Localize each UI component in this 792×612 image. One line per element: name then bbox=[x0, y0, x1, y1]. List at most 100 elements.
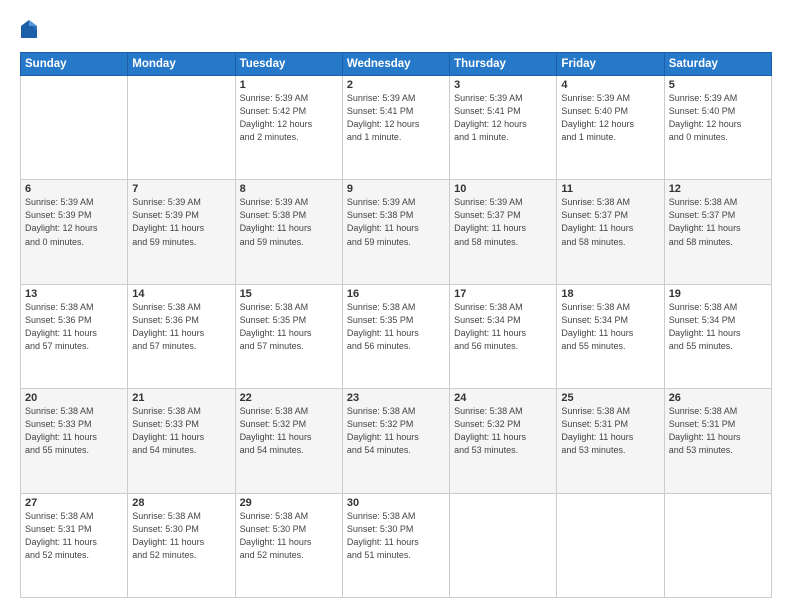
col-header-friday: Friday bbox=[557, 53, 664, 76]
day-number: 28 bbox=[132, 497, 230, 509]
calendar-cell: 23Sunrise: 5:38 AM Sunset: 5:32 PM Dayli… bbox=[342, 389, 449, 493]
day-info: Sunrise: 5:39 AM Sunset: 5:39 PM Dayligh… bbox=[132, 196, 230, 248]
calendar-cell: 20Sunrise: 5:38 AM Sunset: 5:33 PM Dayli… bbox=[21, 389, 128, 493]
day-info: Sunrise: 5:38 AM Sunset: 5:34 PM Dayligh… bbox=[454, 301, 552, 353]
day-info: Sunrise: 5:38 AM Sunset: 5:31 PM Dayligh… bbox=[25, 510, 123, 562]
day-number: 27 bbox=[25, 497, 123, 509]
calendar-cell: 2Sunrise: 5:39 AM Sunset: 5:41 PM Daylig… bbox=[342, 76, 449, 180]
day-number: 5 bbox=[669, 79, 767, 91]
calendar-cell: 8Sunrise: 5:39 AM Sunset: 5:38 PM Daylig… bbox=[235, 180, 342, 284]
calendar-cell: 27Sunrise: 5:38 AM Sunset: 5:31 PM Dayli… bbox=[21, 493, 128, 597]
day-number: 6 bbox=[25, 183, 123, 195]
calendar-cell: 25Sunrise: 5:38 AM Sunset: 5:31 PM Dayli… bbox=[557, 389, 664, 493]
calendar-week-4: 20Sunrise: 5:38 AM Sunset: 5:33 PM Dayli… bbox=[21, 389, 772, 493]
day-info: Sunrise: 5:39 AM Sunset: 5:40 PM Dayligh… bbox=[561, 92, 659, 144]
day-info: Sunrise: 5:38 AM Sunset: 5:32 PM Dayligh… bbox=[347, 405, 445, 457]
day-number: 7 bbox=[132, 183, 230, 195]
day-info: Sunrise: 5:38 AM Sunset: 5:30 PM Dayligh… bbox=[240, 510, 338, 562]
calendar-cell: 26Sunrise: 5:38 AM Sunset: 5:31 PM Dayli… bbox=[664, 389, 771, 493]
day-info: Sunrise: 5:39 AM Sunset: 5:38 PM Dayligh… bbox=[240, 196, 338, 248]
day-info: Sunrise: 5:38 AM Sunset: 5:33 PM Dayligh… bbox=[25, 405, 123, 457]
calendar-cell: 29Sunrise: 5:38 AM Sunset: 5:30 PM Dayli… bbox=[235, 493, 342, 597]
col-header-saturday: Saturday bbox=[664, 53, 771, 76]
day-info: Sunrise: 5:38 AM Sunset: 5:31 PM Dayligh… bbox=[669, 405, 767, 457]
calendar-cell: 7Sunrise: 5:39 AM Sunset: 5:39 PM Daylig… bbox=[128, 180, 235, 284]
calendar-cell bbox=[557, 493, 664, 597]
calendar-cell: 28Sunrise: 5:38 AM Sunset: 5:30 PM Dayli… bbox=[128, 493, 235, 597]
day-info: Sunrise: 5:38 AM Sunset: 5:32 PM Dayligh… bbox=[454, 405, 552, 457]
day-number: 16 bbox=[347, 288, 445, 300]
calendar-cell: 3Sunrise: 5:39 AM Sunset: 5:41 PM Daylig… bbox=[450, 76, 557, 180]
day-number: 15 bbox=[240, 288, 338, 300]
calendar-cell: 19Sunrise: 5:38 AM Sunset: 5:34 PM Dayli… bbox=[664, 284, 771, 388]
page: SundayMondayTuesdayWednesdayThursdayFrid… bbox=[0, 0, 792, 612]
day-info: Sunrise: 5:38 AM Sunset: 5:34 PM Dayligh… bbox=[561, 301, 659, 353]
day-number: 26 bbox=[669, 392, 767, 404]
calendar-header-row: SundayMondayTuesdayWednesdayThursdayFrid… bbox=[21, 53, 772, 76]
day-info: Sunrise: 5:38 AM Sunset: 5:33 PM Dayligh… bbox=[132, 405, 230, 457]
day-info: Sunrise: 5:39 AM Sunset: 5:38 PM Dayligh… bbox=[347, 196, 445, 248]
calendar-week-5: 27Sunrise: 5:38 AM Sunset: 5:31 PM Dayli… bbox=[21, 493, 772, 597]
calendar-cell bbox=[128, 76, 235, 180]
calendar-cell: 17Sunrise: 5:38 AM Sunset: 5:34 PM Dayli… bbox=[450, 284, 557, 388]
calendar-cell: 15Sunrise: 5:38 AM Sunset: 5:35 PM Dayli… bbox=[235, 284, 342, 388]
day-info: Sunrise: 5:39 AM Sunset: 5:41 PM Dayligh… bbox=[347, 92, 445, 144]
day-number: 10 bbox=[454, 183, 552, 195]
calendar-cell: 18Sunrise: 5:38 AM Sunset: 5:34 PM Dayli… bbox=[557, 284, 664, 388]
calendar-table: SundayMondayTuesdayWednesdayThursdayFrid… bbox=[20, 52, 772, 598]
calendar-cell: 5Sunrise: 5:39 AM Sunset: 5:40 PM Daylig… bbox=[664, 76, 771, 180]
col-header-wednesday: Wednesday bbox=[342, 53, 449, 76]
logo bbox=[20, 18, 40, 40]
calendar-cell: 11Sunrise: 5:38 AM Sunset: 5:37 PM Dayli… bbox=[557, 180, 664, 284]
calendar-cell: 9Sunrise: 5:39 AM Sunset: 5:38 PM Daylig… bbox=[342, 180, 449, 284]
day-info: Sunrise: 5:39 AM Sunset: 5:41 PM Dayligh… bbox=[454, 92, 552, 144]
logo-icon bbox=[20, 18, 38, 40]
day-info: Sunrise: 5:38 AM Sunset: 5:35 PM Dayligh… bbox=[347, 301, 445, 353]
col-header-sunday: Sunday bbox=[21, 53, 128, 76]
day-number: 18 bbox=[561, 288, 659, 300]
day-number: 23 bbox=[347, 392, 445, 404]
day-number: 19 bbox=[669, 288, 767, 300]
calendar-week-2: 6Sunrise: 5:39 AM Sunset: 5:39 PM Daylig… bbox=[21, 180, 772, 284]
day-info: Sunrise: 5:39 AM Sunset: 5:39 PM Dayligh… bbox=[25, 196, 123, 248]
calendar-cell: 10Sunrise: 5:39 AM Sunset: 5:37 PM Dayli… bbox=[450, 180, 557, 284]
day-number: 3 bbox=[454, 79, 552, 91]
day-info: Sunrise: 5:39 AM Sunset: 5:42 PM Dayligh… bbox=[240, 92, 338, 144]
calendar-week-1: 1Sunrise: 5:39 AM Sunset: 5:42 PM Daylig… bbox=[21, 76, 772, 180]
col-header-tuesday: Tuesday bbox=[235, 53, 342, 76]
day-info: Sunrise: 5:39 AM Sunset: 5:37 PM Dayligh… bbox=[454, 196, 552, 248]
day-info: Sunrise: 5:39 AM Sunset: 5:40 PM Dayligh… bbox=[669, 92, 767, 144]
day-info: Sunrise: 5:38 AM Sunset: 5:34 PM Dayligh… bbox=[669, 301, 767, 353]
calendar-cell: 24Sunrise: 5:38 AM Sunset: 5:32 PM Dayli… bbox=[450, 389, 557, 493]
calendar-cell: 16Sunrise: 5:38 AM Sunset: 5:35 PM Dayli… bbox=[342, 284, 449, 388]
day-number: 21 bbox=[132, 392, 230, 404]
day-number: 13 bbox=[25, 288, 123, 300]
day-number: 2 bbox=[347, 79, 445, 91]
day-number: 11 bbox=[561, 183, 659, 195]
calendar-cell: 13Sunrise: 5:38 AM Sunset: 5:36 PM Dayli… bbox=[21, 284, 128, 388]
day-info: Sunrise: 5:38 AM Sunset: 5:31 PM Dayligh… bbox=[561, 405, 659, 457]
day-number: 24 bbox=[454, 392, 552, 404]
day-number: 29 bbox=[240, 497, 338, 509]
day-number: 17 bbox=[454, 288, 552, 300]
col-header-thursday: Thursday bbox=[450, 53, 557, 76]
day-info: Sunrise: 5:38 AM Sunset: 5:35 PM Dayligh… bbox=[240, 301, 338, 353]
calendar-cell bbox=[664, 493, 771, 597]
col-header-monday: Monday bbox=[128, 53, 235, 76]
day-number: 1 bbox=[240, 79, 338, 91]
day-number: 22 bbox=[240, 392, 338, 404]
calendar-week-3: 13Sunrise: 5:38 AM Sunset: 5:36 PM Dayli… bbox=[21, 284, 772, 388]
calendar-cell: 6Sunrise: 5:39 AM Sunset: 5:39 PM Daylig… bbox=[21, 180, 128, 284]
day-number: 25 bbox=[561, 392, 659, 404]
calendar-cell: 22Sunrise: 5:38 AM Sunset: 5:32 PM Dayli… bbox=[235, 389, 342, 493]
day-number: 4 bbox=[561, 79, 659, 91]
day-info: Sunrise: 5:38 AM Sunset: 5:37 PM Dayligh… bbox=[669, 196, 767, 248]
calendar-cell: 21Sunrise: 5:38 AM Sunset: 5:33 PM Dayli… bbox=[128, 389, 235, 493]
calendar-cell: 14Sunrise: 5:38 AM Sunset: 5:36 PM Dayli… bbox=[128, 284, 235, 388]
calendar-cell bbox=[21, 76, 128, 180]
calendar-cell bbox=[450, 493, 557, 597]
calendar-cell: 4Sunrise: 5:39 AM Sunset: 5:40 PM Daylig… bbox=[557, 76, 664, 180]
day-info: Sunrise: 5:38 AM Sunset: 5:30 PM Dayligh… bbox=[132, 510, 230, 562]
day-number: 8 bbox=[240, 183, 338, 195]
day-number: 12 bbox=[669, 183, 767, 195]
